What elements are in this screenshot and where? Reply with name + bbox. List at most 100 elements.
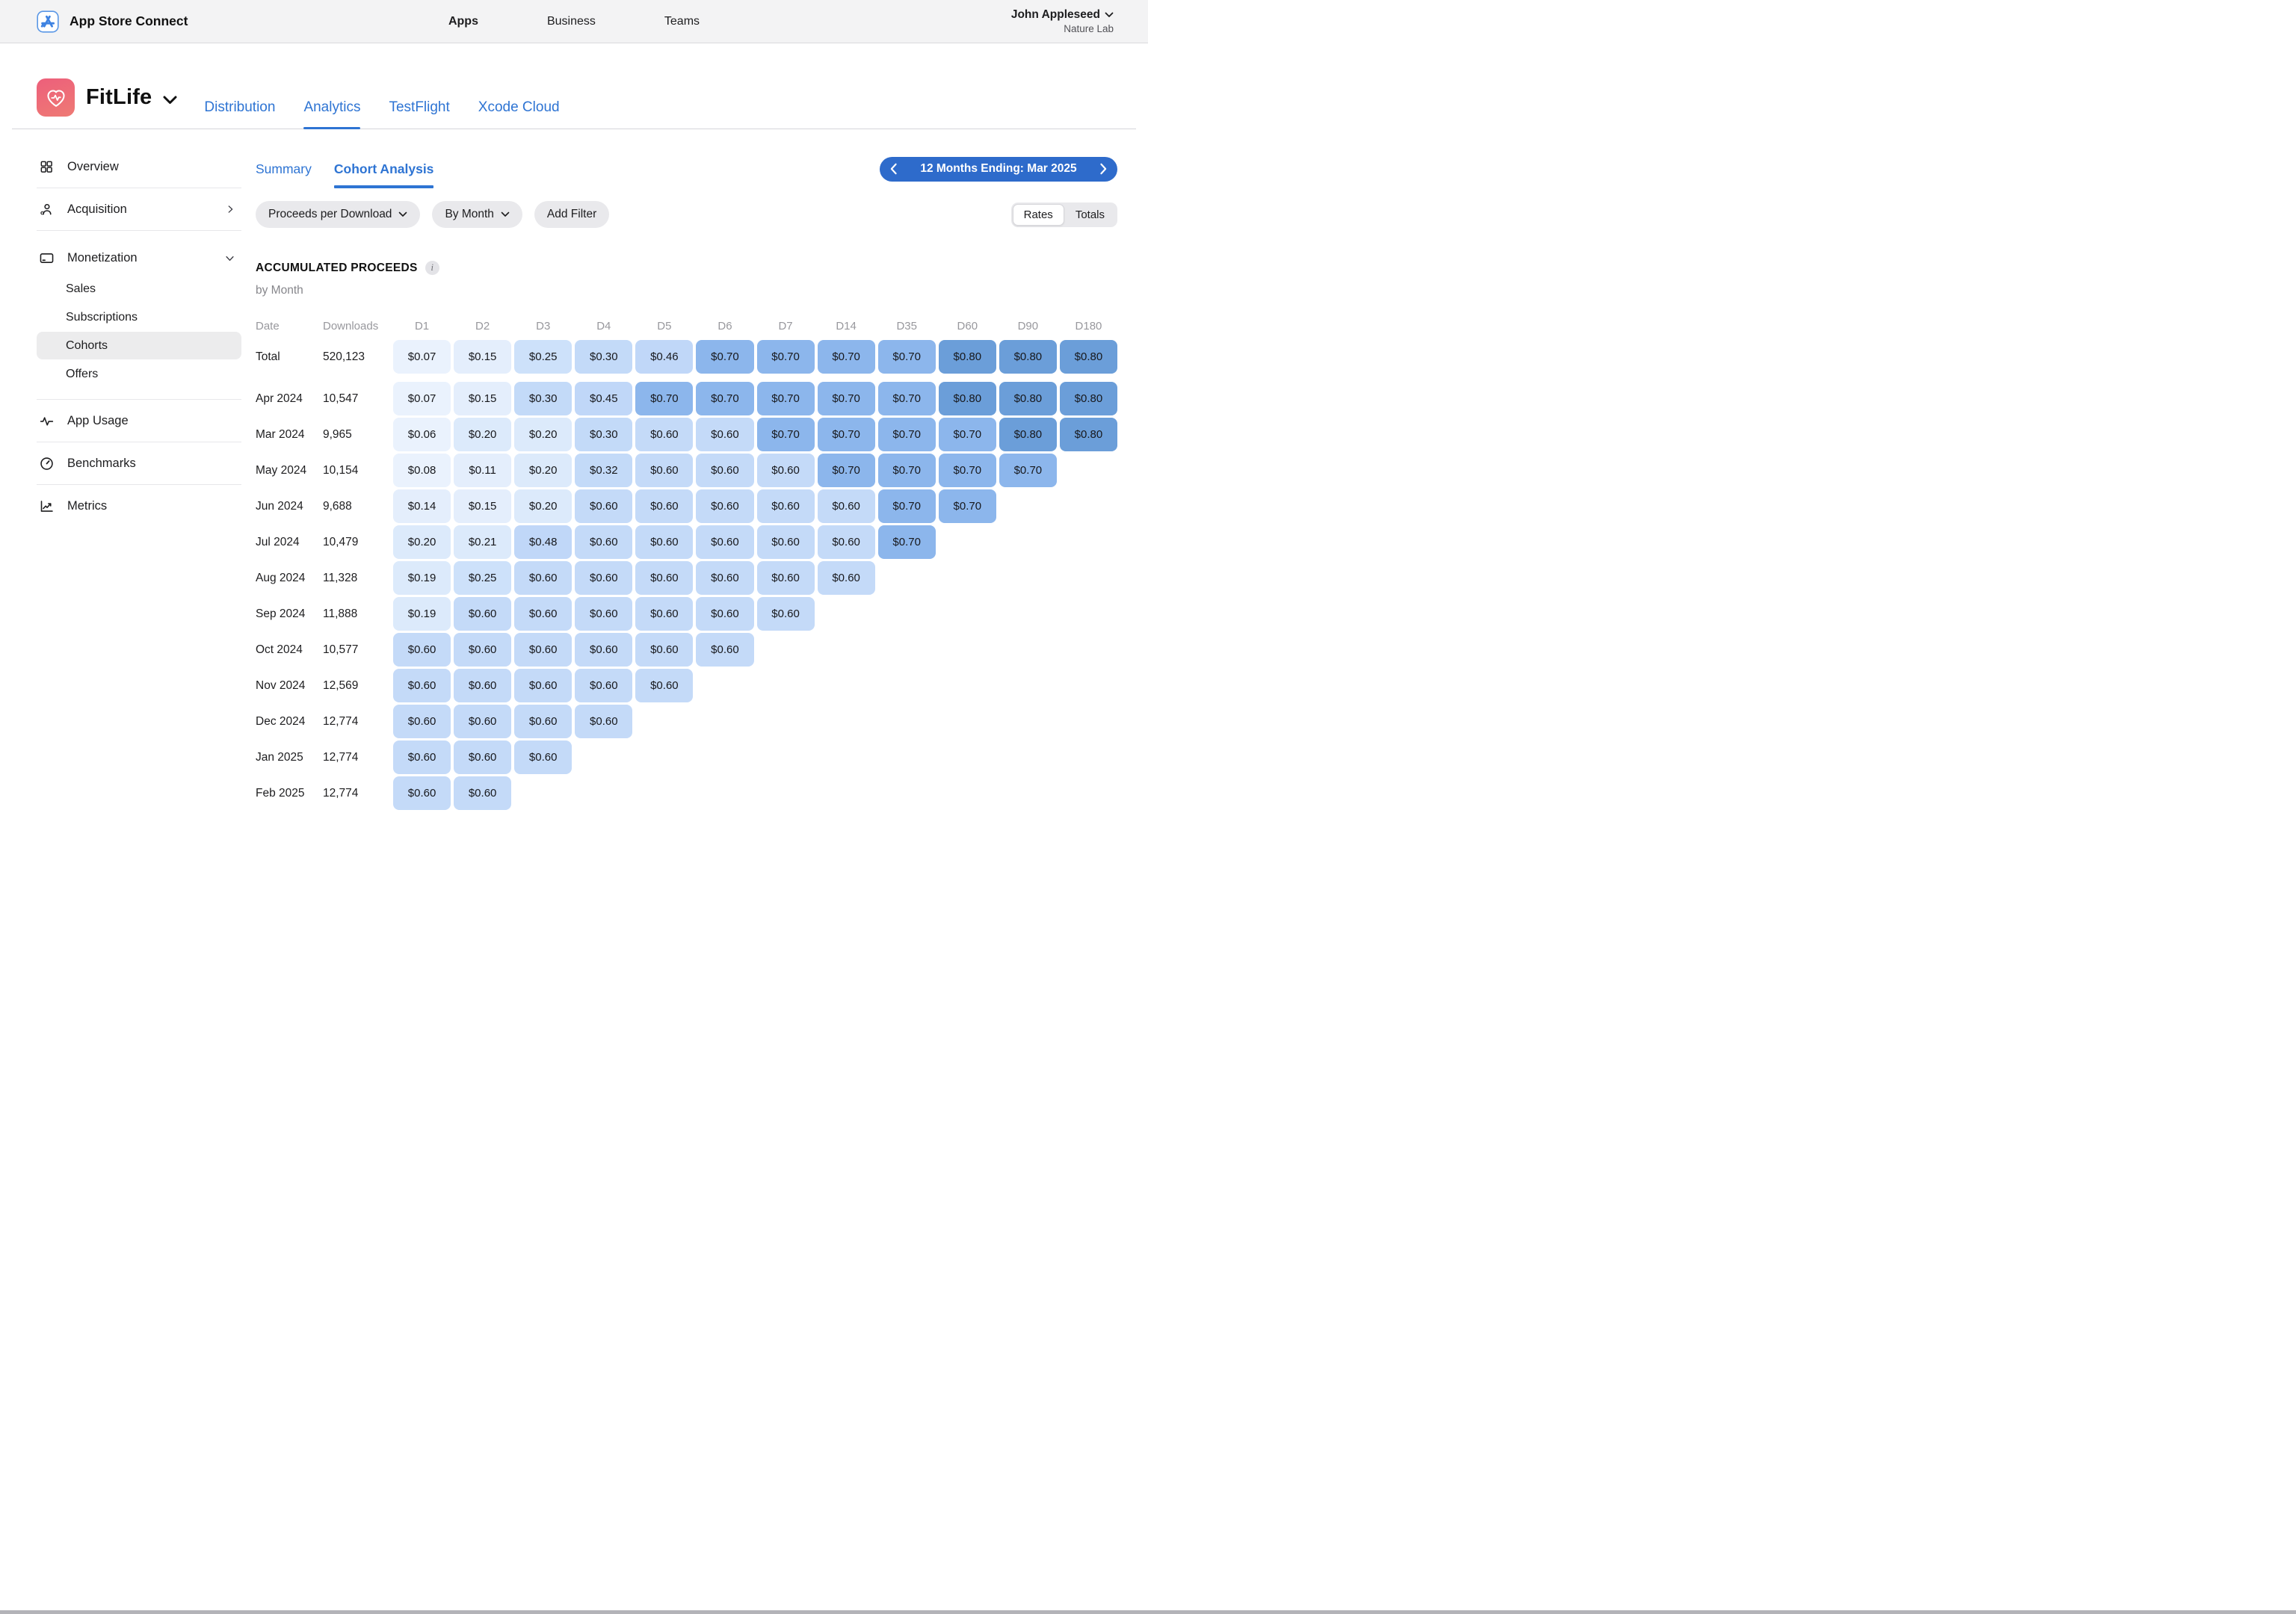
- cohort-cell-d3: $0.60: [514, 740, 572, 774]
- cohort-cell-d90: $0.80: [999, 382, 1057, 415]
- column-header-d7: D7: [757, 320, 815, 333]
- cohort-cell-d5: $0.70: [635, 382, 693, 415]
- row-date: Feb 2025: [256, 776, 320, 810]
- cohort-cell-d7: $0.70: [757, 340, 815, 374]
- cohort-cell-d5: $0.60: [635, 418, 693, 451]
- info-icon[interactable]: i: [425, 261, 439, 275]
- cohort-cell-d7: $0.60: [757, 489, 815, 523]
- column-header-d1: D1: [393, 320, 451, 333]
- tab-analytics[interactable]: Analytics: [303, 99, 360, 129]
- row-date: Oct 2024: [256, 633, 320, 667]
- cohort-cell-empty: [878, 776, 936, 810]
- row-downloads: 12,774: [323, 740, 390, 774]
- cohort-cell-d60: $0.80: [939, 340, 996, 374]
- cohort-table: DateDownloadsD1D2D3D4D5D6D7D14D35D60D90D…: [256, 320, 1117, 810]
- cohort-cell-empty: [696, 705, 753, 738]
- sidebar-item-offers[interactable]: Offers: [37, 360, 241, 388]
- cohort-cell-d3: $0.20: [514, 489, 572, 523]
- cohort-cell-d6: $0.60: [696, 561, 753, 595]
- cohort-cell-d14: $0.70: [818, 454, 875, 487]
- app-switcher[interactable]: FitLife: [37, 78, 177, 117]
- row-downloads: 12,774: [323, 705, 390, 738]
- cohort-row-jul-2024: Jul 202410,479$0.20$0.21$0.48$0.60$0.60$…: [256, 525, 1117, 559]
- cohort-cell-d180: $0.80: [1060, 382, 1117, 415]
- sidebar-item-overview[interactable]: Overview: [37, 150, 241, 183]
- sidebar-item-app-usage[interactable]: App Usage: [37, 404, 241, 437]
- cohort-cell-d14: $0.70: [818, 340, 875, 374]
- sidebar-item-metrics[interactable]: Metrics: [37, 489, 241, 522]
- subtab-summary[interactable]: Summary: [256, 161, 312, 177]
- cohort-cell-empty: [999, 597, 1057, 631]
- subtab-cohort-analysis[interactable]: Cohort Analysis: [334, 161, 434, 177]
- add-filter-button[interactable]: Add Filter: [534, 201, 609, 228]
- tab-distribution[interactable]: Distribution: [204, 99, 275, 129]
- row-date: Mar 2024: [256, 418, 320, 451]
- sidebar-item-subscriptions[interactable]: Subscriptions: [37, 303, 241, 331]
- date-range-next-icon[interactable]: [1099, 163, 1108, 175]
- row-date: Jun 2024: [256, 489, 320, 523]
- toggle-rates[interactable]: Rates: [1013, 204, 1064, 226]
- cohort-cell-d4: $0.60: [575, 489, 632, 523]
- chevron-right-icon: [225, 204, 235, 214]
- cohort-cell-empty: [696, 776, 753, 810]
- app-store-connect-brand[interactable]: App Store Connect: [37, 10, 188, 33]
- cohort-cell-d4: $0.60: [575, 669, 632, 702]
- cohort-cell-d3: $0.60: [514, 597, 572, 631]
- date-range-picker[interactable]: 12 Months Ending: Mar 2025: [880, 157, 1117, 182]
- top-nav-business[interactable]: Business: [547, 15, 596, 28]
- app-usage-pulse-icon: [38, 413, 55, 429]
- cohort-cell-d35: $0.70: [878, 418, 936, 451]
- app-header: FitLife Distribution Analytics TestFligh…: [12, 43, 1136, 129]
- row-downloads: 12,774: [323, 776, 390, 810]
- cohort-cell-empty: [939, 561, 996, 595]
- date-range-prev-icon[interactable]: [889, 163, 898, 175]
- metric-filter-dropdown[interactable]: Proceeds per Download: [256, 201, 420, 228]
- row-downloads: 9,688: [323, 489, 390, 523]
- cohort-cell-d5: $0.60: [635, 454, 693, 487]
- cohort-cell-d1: $0.07: [393, 382, 451, 415]
- cohort-cell-d1: $0.60: [393, 705, 451, 738]
- column-header-d14: D14: [818, 320, 875, 333]
- app-chevron-down-icon: [163, 96, 177, 105]
- sidebar-item-benchmarks[interactable]: Benchmarks: [37, 447, 241, 480]
- sidebar-item-monetization[interactable]: Monetization: [37, 241, 241, 274]
- cohort-cell-empty: [1060, 776, 1117, 810]
- top-nav-apps[interactable]: Apps: [448, 15, 478, 28]
- grouping-filter-dropdown[interactable]: By Month: [432, 201, 522, 228]
- cohort-cell-d14: $0.60: [818, 489, 875, 523]
- column-header-d6: D6: [696, 320, 753, 333]
- cohort-cell-empty: [999, 776, 1057, 810]
- cohort-row-jun-2024: Jun 20249,688$0.14$0.15$0.20$0.60$0.60$0…: [256, 489, 1117, 523]
- row-date: Nov 2024: [256, 669, 320, 702]
- cohort-cell-empty: [878, 669, 936, 702]
- cohort-row-dec-2024: Dec 202412,774$0.60$0.60$0.60$0.60: [256, 705, 1117, 738]
- column-header-date: Date: [256, 320, 320, 333]
- sidebar-item-cohorts[interactable]: Cohorts: [37, 332, 241, 359]
- cohort-cell-d7: $0.60: [757, 454, 815, 487]
- tab-testflight[interactable]: TestFlight: [389, 99, 449, 129]
- top-nav-teams[interactable]: Teams: [664, 15, 700, 28]
- cohort-cell-d1: $0.14: [393, 489, 451, 523]
- cohort-cell-d1: $0.60: [393, 669, 451, 702]
- cohort-row-mar-2024: Mar 20249,965$0.06$0.20$0.20$0.30$0.60$0…: [256, 418, 1117, 451]
- toggle-totals[interactable]: Totals: [1064, 204, 1116, 226]
- cohort-cell-empty: [999, 740, 1057, 774]
- cohort-row-may-2024: May 202410,154$0.08$0.11$0.20$0.32$0.60$…: [256, 454, 1117, 487]
- chevron-down-icon: [224, 253, 235, 264]
- cohort-cell-empty: [999, 669, 1057, 702]
- cohort-cell-d6: $0.60: [696, 633, 753, 667]
- sidebar-item-acquisition[interactable]: Acquisition: [37, 193, 241, 226]
- cohort-cell-empty: [514, 776, 572, 810]
- sidebar-label-acquisition: Acquisition: [67, 202, 127, 217]
- monetization-card-icon: [38, 250, 55, 266]
- cohort-table-header: DateDownloadsD1D2D3D4D5D6D7D14D35D60D90D…: [256, 320, 1117, 333]
- cohort-cell-d4: $0.60: [575, 633, 632, 667]
- cohort-cell-d3: $0.48: [514, 525, 572, 559]
- user-menu[interactable]: John Appleseed Nature Lab: [1011, 7, 1114, 36]
- sidebar-item-sales[interactable]: Sales: [37, 275, 241, 303]
- cohort-cell-d1: $0.06: [393, 418, 451, 451]
- tab-xcode-cloud[interactable]: Xcode Cloud: [478, 99, 560, 129]
- cohort-cell-d7: $0.60: [757, 597, 815, 631]
- cohort-cell-empty: [818, 669, 875, 702]
- cohort-cell-d180: $0.80: [1060, 340, 1117, 374]
